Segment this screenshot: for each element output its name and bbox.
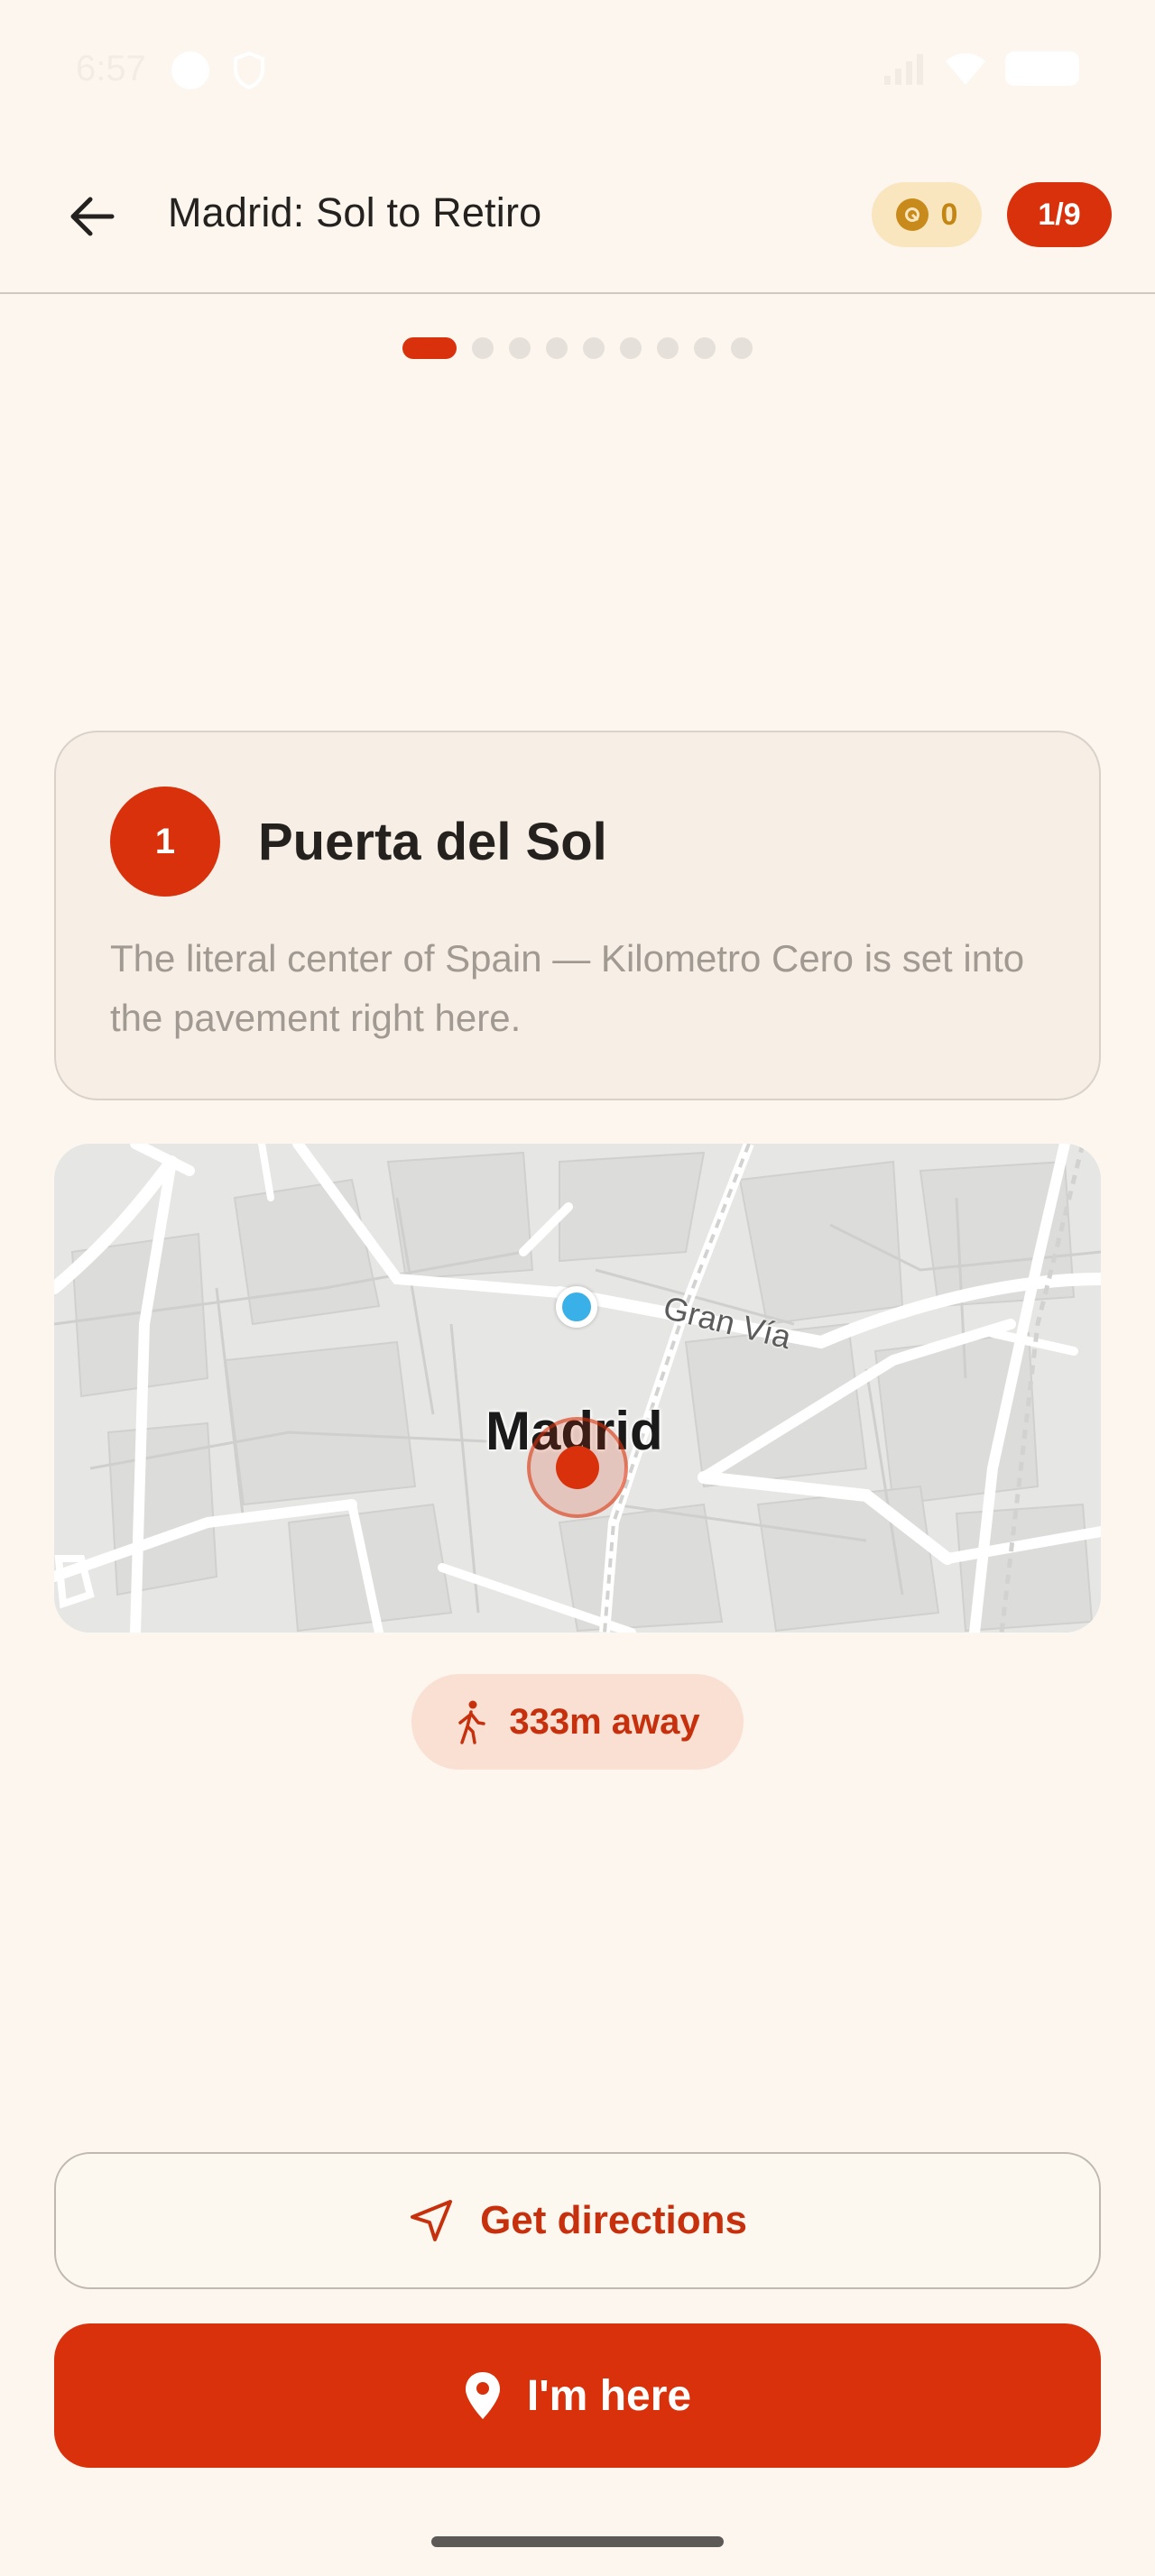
step-dot [546,337,568,359]
status-icons [882,51,1079,87]
walking-icon [458,1700,486,1744]
step-dot [694,337,716,359]
status-bar: 6:57 [0,0,1155,135]
back-button[interactable] [56,180,128,253]
step-dot-active [402,337,457,359]
battery-icon [1005,51,1079,86]
wifi-icon [946,53,985,85]
stop-number-badge: 1 [110,787,220,897]
step-dot [472,337,494,359]
points-value: 0 [940,197,958,232]
stop-name: Puerta del Sol [258,813,607,871]
step-dot [657,337,679,359]
stop-location-marker[interactable] [556,1446,599,1489]
step-indicator [0,337,1155,359]
notification-dot-icon [171,51,209,89]
get-directions-label: Get directions [480,2198,747,2242]
points-badge[interactable]: 0 [872,182,982,247]
coin-icon [895,198,929,231]
top-app-bar: Madrid: Sol to Retiro 0 1/9 [0,135,1155,294]
map-view[interactable]: Gran Vía Madrid [54,1144,1101,1633]
home-indicator[interactable] [431,2536,724,2547]
step-dot [620,337,642,359]
im-here-label: I'm here [526,2371,692,2420]
distance-text: 333m away [509,1701,700,1742]
get-directions-button[interactable]: Get directions [54,2152,1101,2289]
distance-indicator: 333m away [411,1674,744,1770]
arrow-left-icon [70,197,115,236]
navigation-arrow-icon [411,2200,453,2241]
stop-card: 1 Puerta del Sol The literal center of S… [54,731,1101,1100]
page-title: Madrid: Sol to Retiro [168,189,542,235]
status-time: 6:57 [76,49,146,88]
shield-icon [234,51,264,90]
im-here-button[interactable]: I'm here [54,2323,1101,2468]
stop-description: The literal center of Spain — Kilometro … [110,937,1025,1039]
step-dot [583,337,605,359]
step-dot [731,337,753,359]
map-pin-icon [465,2372,500,2419]
user-location-marker [556,1286,597,1328]
map-background [54,1144,1101,1633]
progress-badge: 1/9 [1007,182,1112,247]
step-dot [509,337,531,359]
signal-icon [884,54,923,85]
